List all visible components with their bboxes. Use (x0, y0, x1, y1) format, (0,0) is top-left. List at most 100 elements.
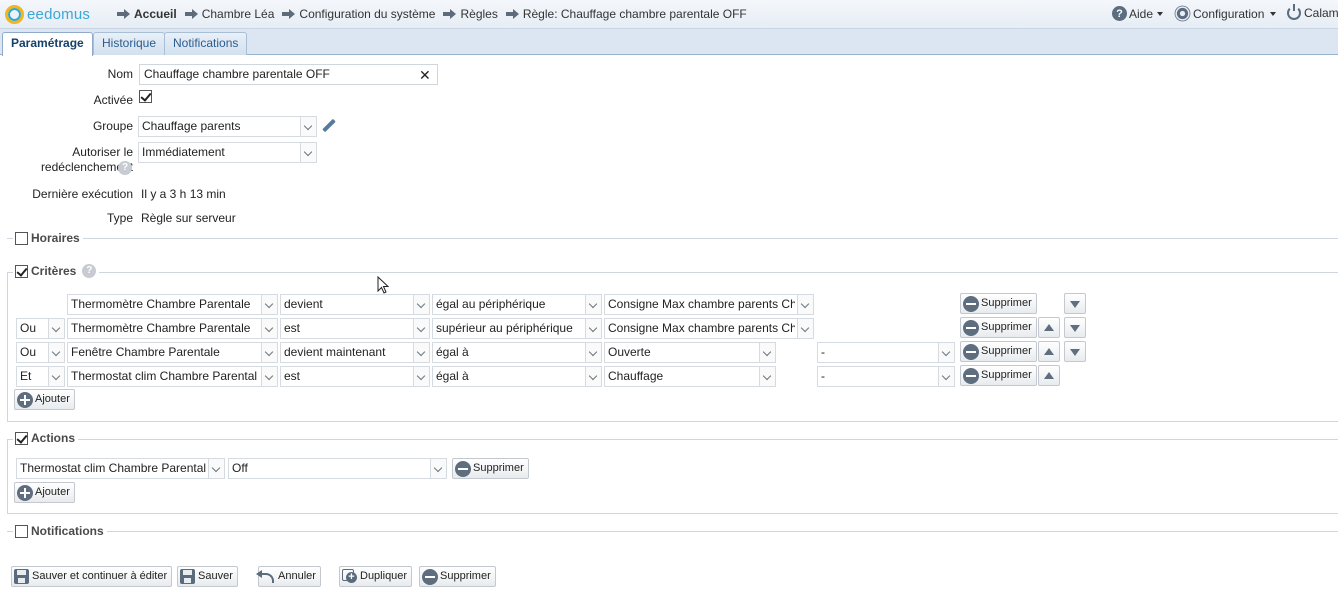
dropdown-button[interactable] (413, 295, 429, 314)
cancel-button[interactable]: Annuler (256, 566, 321, 587)
last-execution-value: Il y a 3 h 13 min (141, 187, 226, 201)
criteria-target-select[interactable]: Consigne Max chambre parents Ch (604, 294, 814, 315)
dropdown-button[interactable] (797, 295, 813, 314)
criteria-device-select[interactable]: Fenêtre Chambre Parentale (67, 342, 278, 363)
dropdown-button[interactable] (208, 459, 224, 478)
move-down-button[interactable] (1064, 293, 1086, 314)
delete-criteria-button[interactable]: Supprimer (960, 341, 1037, 362)
notifications-checkbox[interactable] (15, 524, 28, 538)
minus-circle-icon (963, 343, 979, 360)
criteria-event-select[interactable]: devient (280, 294, 430, 315)
enabled-checkbox[interactable] (139, 90, 152, 103)
criteria-device-select[interactable]: Thermomètre Chambre Parentale (67, 318, 278, 339)
criteria-target-select[interactable]: Consigne Max chambre parents Ch (604, 318, 814, 339)
criteria-compare-select[interactable]: égal à (432, 342, 602, 363)
delete-criteria-button[interactable]: Supprimer (960, 293, 1037, 314)
criteria-compare-select[interactable]: supérieur au périphérique (432, 318, 602, 339)
criteria-extra-select[interactable]: - (817, 366, 955, 387)
name-input[interactable]: Chauffage chambre parentale OFF (139, 64, 438, 85)
dropdown-button[interactable] (261, 367, 277, 386)
criteria-compare-select[interactable]: égal à (432, 366, 602, 387)
criteria-target-select[interactable]: Chauffage (604, 366, 776, 387)
criteria-device-select[interactable]: Thermomètre Chambre Parentale (67, 294, 278, 315)
breadcrumb-item-system-config[interactable]: Configuration du système (282, 7, 435, 21)
add-criteria-button[interactable]: Ajouter (14, 389, 75, 410)
user-menu[interactable]: Calame (1287, 4, 1338, 20)
tab-historique[interactable]: Historique (93, 32, 166, 55)
chevron-down-icon (800, 323, 810, 333)
dropdown-button[interactable] (585, 319, 601, 338)
criteria-target-select[interactable]: Ouverte (604, 342, 776, 363)
configuration-menu[interactable]: Configuration (1175, 6, 1277, 21)
move-down-button[interactable] (1064, 341, 1086, 362)
dropdown-button[interactable] (413, 367, 429, 386)
action-device-select[interactable]: Thermostat clim Chambre Parental (16, 458, 225, 479)
actions-checkbox[interactable] (15, 431, 28, 445)
dropdown-button[interactable] (430, 459, 446, 478)
criteria-logic-select[interactable]: Ou (16, 342, 65, 363)
dropdown-button[interactable] (759, 343, 775, 362)
dropdown-button[interactable] (48, 343, 64, 362)
dropdown-button[interactable] (938, 367, 954, 386)
move-up-button[interactable] (1038, 365, 1060, 386)
dropdown-button[interactable] (300, 143, 316, 162)
dropdown-button[interactable] (261, 319, 277, 338)
schedules-legend[interactable]: Horaires (13, 231, 83, 245)
dropdown-button[interactable] (759, 367, 775, 386)
clear-name-icon[interactable]: ✕ (419, 68, 431, 82)
triangle-down-icon (1070, 325, 1080, 332)
breadcrumb-item-room[interactable]: Chambre Léa (184, 7, 274, 21)
eedomus-logo[interactable]: eedomus (5, 5, 90, 24)
dropdown-button[interactable] (585, 367, 601, 386)
save-continue-button[interactable]: Sauver et continuer à éditer (11, 566, 173, 587)
help-icon[interactable]: ? (118, 161, 132, 175)
delete-action-button[interactable]: Supprimer (452, 458, 529, 479)
criteria-event-select[interactable]: est (280, 318, 430, 339)
criteria-logic-select[interactable]: Ou (16, 318, 65, 339)
add-action-button[interactable]: Ajouter (14, 482, 75, 503)
dropdown-button[interactable] (413, 343, 429, 362)
criteria-compare-select[interactable]: égal au périphérique (432, 294, 602, 315)
help-icon[interactable]: ? (82, 264, 97, 278)
breadcrumb-item-home[interactable]: Accueil (117, 7, 177, 21)
schedules-checkbox[interactable] (15, 231, 28, 245)
delete-rule-button[interactable]: Supprimer (419, 566, 496, 587)
button-label: Supprimer (981, 321, 1032, 333)
dropdown-button[interactable] (48, 367, 64, 386)
criteria-extra-select[interactable]: - (817, 342, 955, 363)
dropdown-button[interactable] (413, 319, 429, 338)
move-down-button[interactable] (1064, 317, 1086, 338)
dropdown-button[interactable] (261, 343, 277, 362)
breadcrumb-item-rules[interactable]: Règles (443, 7, 498, 21)
group-select[interactable]: Chauffage parents (138, 116, 317, 137)
save-button[interactable]: Sauver (177, 566, 238, 587)
duplicate-button[interactable]: Dupliquer (339, 566, 413, 587)
actions-legend[interactable]: Actions (13, 431, 79, 445)
retrigger-select[interactable]: Immédiatement (138, 142, 317, 163)
criteria-legend[interactable]: Critères ? (13, 264, 100, 278)
dropdown-button[interactable] (938, 343, 954, 362)
dropdown-button[interactable] (585, 343, 601, 362)
move-up-button[interactable] (1038, 341, 1060, 362)
dropdown-button[interactable] (797, 319, 813, 338)
criteria-event-select[interactable]: est (280, 366, 430, 387)
move-up-button[interactable] (1038, 317, 1060, 338)
action-value-select[interactable]: Off (228, 458, 447, 479)
edit-group-icon[interactable] (322, 118, 336, 133)
notifications-legend[interactable]: Notifications (13, 524, 107, 538)
criteria-device-select[interactable]: Thermostat clim Chambre Parental (67, 366, 278, 387)
criteria-checkbox[interactable] (15, 264, 28, 278)
select-value: devient (284, 297, 323, 311)
dropdown-button[interactable] (48, 319, 64, 338)
dropdown-button[interactable] (261, 295, 277, 314)
criteria-logic-select[interactable]: Et (16, 366, 65, 387)
tab-parametrage[interactable]: Paramétrage (2, 32, 93, 56)
delete-criteria-button[interactable]: Supprimer (960, 365, 1037, 386)
dropdown-button[interactable] (300, 117, 316, 136)
retrigger-label-line1: Autoriser le (72, 145, 133, 159)
criteria-event-select[interactable]: devient maintenant (280, 342, 430, 363)
delete-criteria-button[interactable]: Supprimer (960, 317, 1037, 338)
dropdown-button[interactable] (585, 295, 601, 314)
help-menu[interactable]: ? Aide (1112, 6, 1164, 21)
tab-notifications[interactable]: Notifications (164, 32, 248, 55)
